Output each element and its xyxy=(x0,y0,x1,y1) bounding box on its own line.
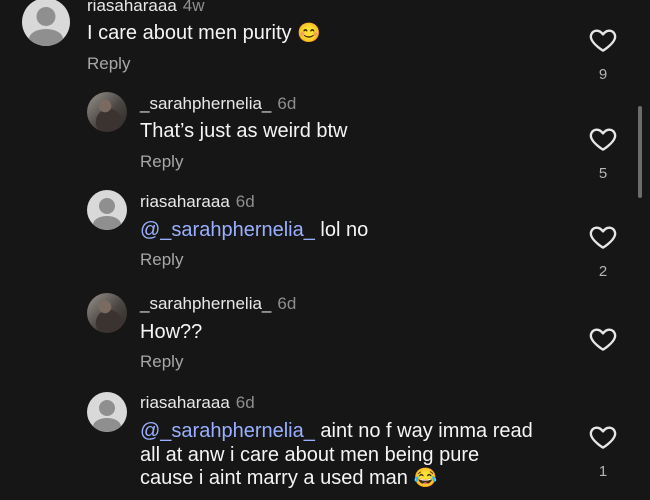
reply-button[interactable]: Reply xyxy=(140,352,183,372)
comment-text: @_sarahphernelia_ aint no f way imma rea… xyxy=(140,420,533,442)
tears-of-joy-emoji: 😂 xyxy=(413,468,438,489)
reply-button[interactable]: Reply xyxy=(140,250,183,270)
heart-outline-icon[interactable] xyxy=(588,25,618,55)
mention-link[interactable]: @_sarahphernelia_ xyxy=(140,420,315,442)
comment-username[interactable]: _sarahphernelia_ 6d xyxy=(140,94,296,114)
heart-outline-icon[interactable] xyxy=(588,324,618,354)
like-count: 1 xyxy=(598,463,608,480)
scrollbar[interactable] xyxy=(638,106,642,198)
comment-text-line: cause i aint marry a used man 😂 xyxy=(140,467,438,489)
smiling-face-emoji: 😊 xyxy=(297,23,321,44)
comment-text: That’s just as weird btw xyxy=(140,120,348,142)
like-count: 2 xyxy=(598,263,608,280)
like-count: 9 xyxy=(598,66,608,83)
avatar[interactable] xyxy=(87,190,127,230)
avatar[interactable] xyxy=(22,0,70,46)
comment-text: I care about men purity 😊 xyxy=(87,22,321,44)
heart-outline-icon[interactable] xyxy=(588,124,618,154)
mention-link[interactable]: @_sarahphernelia_ xyxy=(140,219,315,241)
comment-username[interactable]: riasaharaaa 4w xyxy=(87,0,205,16)
avatar[interactable] xyxy=(87,92,127,132)
comment-username[interactable]: riasaharaaa 6d xyxy=(140,192,255,212)
like-count: 5 xyxy=(598,165,608,182)
avatar[interactable] xyxy=(87,392,127,432)
comment-time: 4w xyxy=(182,0,205,15)
comment-time: 6d xyxy=(277,94,297,113)
comment-text: How?? xyxy=(140,321,203,343)
comment-time: 6d xyxy=(235,192,255,211)
comment-time: 6d xyxy=(277,294,297,313)
heart-outline-icon[interactable] xyxy=(588,222,618,252)
comment-text-line: all at anw i care about men being pure xyxy=(140,444,480,466)
comment-text: @_sarahphernelia_ lol no xyxy=(140,219,369,241)
comment-time: 6d xyxy=(235,393,255,412)
heart-outline-icon[interactable] xyxy=(588,422,618,452)
comment-username[interactable]: riasaharaaa 6d xyxy=(140,393,255,413)
avatar[interactable] xyxy=(87,293,127,333)
reply-button[interactable]: Reply xyxy=(87,54,130,74)
comment-username[interactable]: _sarahphernelia_ 6d xyxy=(140,294,296,314)
reply-button[interactable]: Reply xyxy=(140,152,183,172)
